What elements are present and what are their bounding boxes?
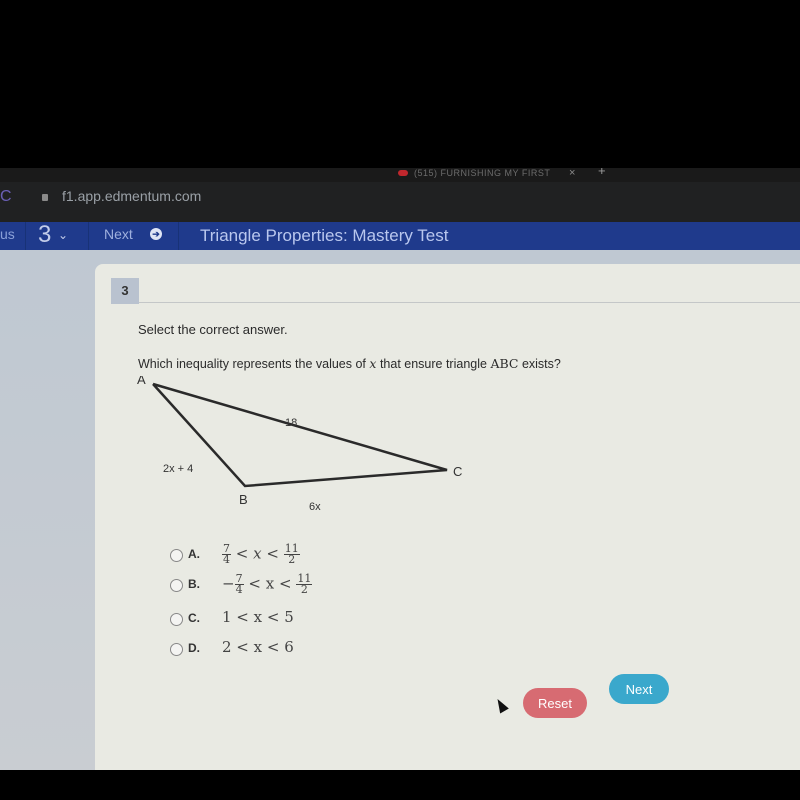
nav-next-button[interactable]: Next	[104, 226, 133, 242]
denominator: 2	[288, 553, 296, 566]
prompt-text: that ensure triangle	[379, 357, 487, 371]
question-selector[interactable]: 3	[38, 221, 51, 249]
arrow-right-circle-icon[interactable]: ➔	[150, 228, 162, 240]
less-than: <	[248, 574, 261, 593]
radio-button[interactable]	[170, 579, 183, 592]
denominator: 2	[300, 583, 308, 596]
radio-button[interactable]	[170, 613, 183, 626]
option-expression: −7 4 < x < 11 2	[222, 573, 313, 596]
option-expression: 1 < x < 5	[222, 608, 294, 626]
less-than: <	[266, 544, 279, 563]
variable: x	[369, 356, 377, 371]
reload-icon[interactable]: C	[0, 188, 12, 206]
less-than: <	[278, 574, 292, 593]
less-than: <	[235, 544, 249, 563]
lock-icon	[42, 194, 48, 201]
question-card: 3 Select the correct answer. Which inequ…	[95, 264, 800, 770]
fraction: 11 2	[296, 573, 313, 596]
denominator: 4	[223, 553, 230, 566]
option-expression: 2 < x < 6	[222, 638, 294, 656]
vertex-c-label: C	[453, 464, 462, 479]
tab-close-icon[interactable]: ×	[569, 168, 575, 182]
prompt-text: Which inequality represents the values o…	[138, 357, 366, 371]
option-letter: A.	[188, 547, 200, 561]
url-field[interactable]: f1.app.edmentum.com	[62, 188, 201, 204]
triangle-name: ABC	[490, 356, 519, 371]
prompt-text: exists?	[521, 357, 561, 371]
divider	[25, 222, 26, 250]
screen: (515) FURNISHING MY FIRST × + C f1.app.e…	[0, 168, 800, 770]
reset-button[interactable]: Reset	[523, 688, 587, 718]
new-tab-button[interactable]: +	[598, 168, 606, 180]
side-bc-label: 6x	[309, 501, 321, 513]
question-number-badge: 3	[111, 278, 139, 304]
vertex-b-label: B	[239, 492, 248, 507]
variable: x	[265, 574, 275, 593]
question-prompt: Which inequality represents the values o…	[138, 356, 561, 371]
fraction: 11 2	[283, 543, 300, 566]
chevron-down-icon[interactable]: ⌄	[58, 228, 68, 242]
side-ab-label: 2x + 4	[163, 463, 193, 475]
side-ac-label: 18	[285, 417, 297, 429]
triangle-diagram: A B C 18 2x + 4 6x	[137, 376, 462, 513]
youtube-favicon-icon	[398, 170, 408, 176]
content-area: 3 Select the correct answer. Which inequ…	[0, 250, 800, 770]
test-title: Triangle Properties: Mastery Test	[200, 226, 449, 245]
divider	[139, 302, 800, 303]
option-letter: B.	[188, 577, 200, 591]
browser-tab[interactable]: (515) FURNISHING MY FIRST	[414, 168, 550, 182]
variable: x	[253, 544, 262, 563]
fraction: 74	[234, 573, 244, 596]
divider	[88, 222, 89, 250]
option-expression: 74 < x < 11 2	[222, 543, 300, 566]
triangle-abc	[152, 382, 448, 488]
next-button[interactable]: Next	[609, 674, 669, 704]
radio-button[interactable]	[170, 643, 183, 656]
previous-button[interactable]: us	[0, 226, 15, 242]
denominator: 4	[235, 583, 243, 596]
tab-strip: (515) FURNISHING MY FIRST × +	[0, 168, 800, 182]
option-letter: C.	[188, 611, 200, 625]
address-bar: C f1.app.edmentum.com	[0, 182, 800, 222]
vertex-a-label: A	[137, 376, 146, 387]
fraction: 74	[222, 543, 231, 566]
radio-button[interactable]	[170, 549, 183, 562]
divider	[178, 222, 179, 250]
option-letter: D.	[188, 641, 200, 655]
instruction-text: Select the correct answer.	[138, 322, 288, 337]
minus-sign: −	[222, 574, 235, 593]
test-navbar: us 3 ⌄ Next ➔ Triangle Properties: Maste…	[0, 221, 800, 250]
